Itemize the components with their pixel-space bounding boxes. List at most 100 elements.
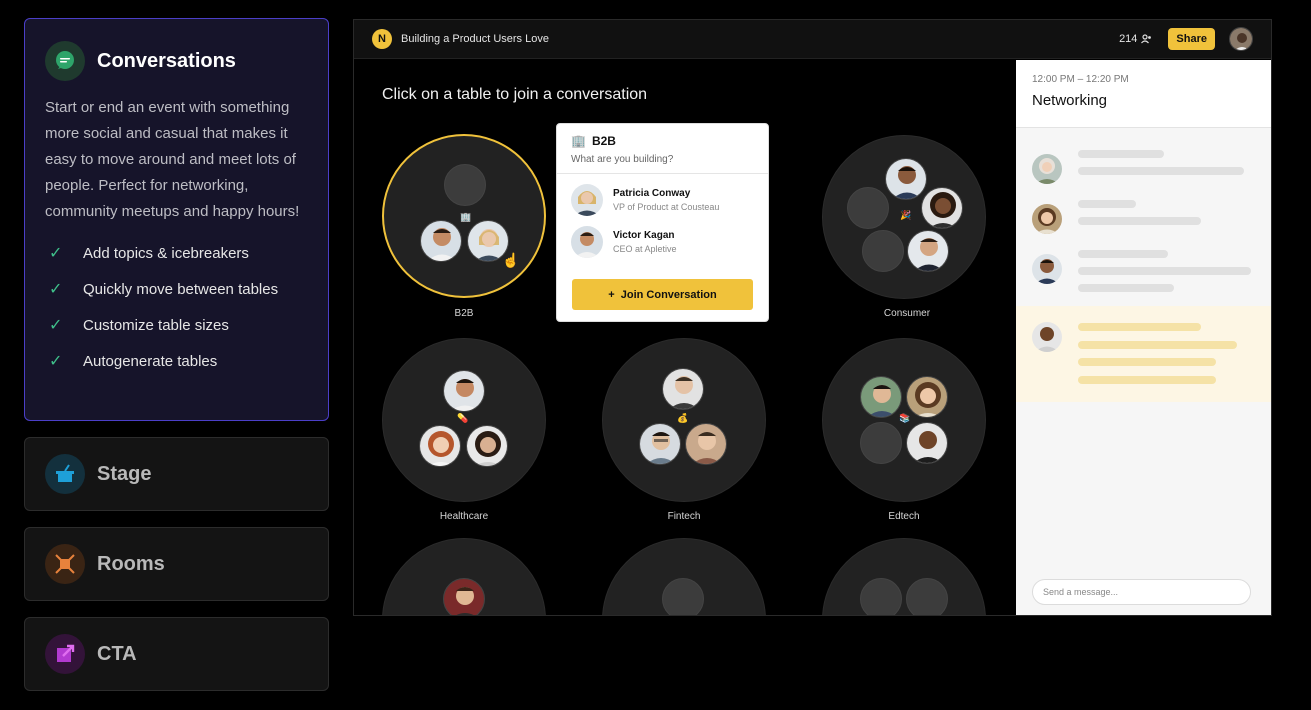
top-bar: N Building a Product Users Love 214 Shar… [354,20,1271,59]
empty-seat[interactable] [860,578,902,615]
participant-name: Patricia Conway [613,188,691,199]
feature-card-cta[interactable]: CTA [24,617,329,691]
table-unnamed[interactable] [602,538,766,615]
checklist-item: ✓ Quickly move between tables [49,280,279,299]
avatar [419,425,461,467]
chat-message-placeholder [1016,144,1271,194]
check-icon: ✓ [49,317,63,334]
attendee-count[interactable]: 214 [1119,33,1152,45]
empty-seat[interactable] [860,422,902,464]
feature-card-stage[interactable]: Stage [24,437,329,511]
event-logo: N [372,29,392,49]
table-popover: 🏢 B2B What are you building? Patricia Con… [556,123,769,322]
avatar [921,187,963,229]
empty-seat[interactable] [862,230,904,272]
feature-title: Stage [97,462,152,485]
feature-title: Conversations [97,49,236,72]
table-consumer[interactable]: 🎉 [822,135,986,299]
session-title: Networking [1032,92,1108,109]
chat-message-placeholder [1016,244,1271,306]
feature-card-conversations[interactable]: Conversations Start or end an event with… [24,18,329,421]
message-input[interactable]: Send a message... [1032,579,1251,605]
participant[interactable]: Victor Kagan CEO at Apletive [557,226,768,258]
checklist-item: ✓ Add topics & icebreakers [49,244,249,263]
rooms-icon [45,544,85,584]
topic-emoji: 🎉 [900,210,912,220]
table-name: Healthcare [439,511,489,522]
external-link-icon [45,634,85,674]
share-button[interactable]: Share [1168,28,1215,50]
table-unnamed[interactable] [822,538,986,615]
empty-seat[interactable] [847,187,889,229]
popover-title: B2B [591,134,616,148]
event-title: Building a Product Users Love [401,33,549,45]
avatar [571,226,603,258]
feature-checklist: ✓ Add topics & icebreakers ✓ Quickly move … [45,235,308,379]
topic-emoji: 📚 [899,413,911,423]
check-icon: ✓ [49,245,63,262]
plus-icon: + [608,288,615,301]
avatar [685,423,727,465]
chat-message-placeholder-highlighted [1016,306,1271,402]
podium-icon [45,454,85,494]
table-unnamed[interactable] [382,538,546,615]
participant-name: Victor Kagan [613,230,675,241]
office-building-icon: 🏢 [571,134,586,148]
session-time: 12:00 PM – 12:20 PM [1032,74,1129,85]
avatar [1032,204,1062,234]
avatar [571,184,603,216]
avatar [639,423,681,465]
avatar [1032,254,1062,284]
avatar [443,370,485,412]
pointer-cursor-icon: ☝ [502,252,520,268]
topic-emoji: 💰 [677,413,689,423]
table-fintech[interactable]: 💰 [602,338,766,502]
chat-panel: 12:00 PM – 12:20 PM Networking Send a me… [1016,60,1271,615]
feature-list: Conversations Start or end an event with… [24,18,329,707]
table-name: Edtech [888,511,920,522]
table-healthcare[interactable]: 💊 [382,338,546,502]
participant-role: CEO at Apletive [613,244,677,254]
chat-bubble-icon [45,41,85,81]
user-avatar[interactable] [1229,27,1253,51]
avatar [885,158,927,200]
check-icon: ✓ [49,281,63,298]
avatar [860,376,902,418]
avatar [662,368,704,410]
avatar [907,230,949,272]
empty-seat[interactable] [444,164,486,206]
popover-topic: What are you building? [571,154,674,165]
participant[interactable]: Patricia Conway VP of Product at Coustea… [557,184,768,216]
table-name: B2B [454,308,474,319]
people-icon [1141,34,1152,44]
table-name: Consumer [883,308,931,319]
check-icon: ✓ [49,353,63,370]
feature-card-rooms[interactable]: Rooms [24,527,329,601]
checklist-item: ✓ Customize table sizes [49,316,229,335]
event-app-window: N Building a Product Users Love 214 Shar… [353,19,1272,616]
tables-area: Click on a table to join a conversation … [354,60,1016,615]
chat-header: 12:00 PM – 12:20 PM Networking [1016,60,1271,128]
topic-emoji: 🏢 [460,212,472,222]
empty-seat[interactable] [906,578,948,615]
avatar [906,376,948,418]
stage-heading: Click on a table to join a conversation [382,86,648,103]
join-conversation-button[interactable]: + Join Conversation [572,279,753,310]
checklist-item: ✓ Autogenerate tables [49,352,218,371]
avatar [466,425,508,467]
avatar [420,220,462,262]
feature-title: CTA [97,642,137,665]
topic-emoji: 💊 [457,413,469,423]
table-b2b[interactable]: 🏢 ☝ [382,134,546,298]
avatar [906,422,948,464]
avatar [443,578,485,615]
avatar [1032,322,1062,352]
avatar [1032,154,1062,184]
empty-seat[interactable] [662,578,704,615]
feature-title: Rooms [97,552,165,575]
table-edtech[interactable]: 📚 [822,338,986,502]
participant-role: VP of Product at Cousteau [613,202,720,212]
feature-description: Start or end an event with something mor… [45,99,300,220]
table-name: Fintech [667,511,701,522]
chat-message-placeholder [1016,194,1271,244]
